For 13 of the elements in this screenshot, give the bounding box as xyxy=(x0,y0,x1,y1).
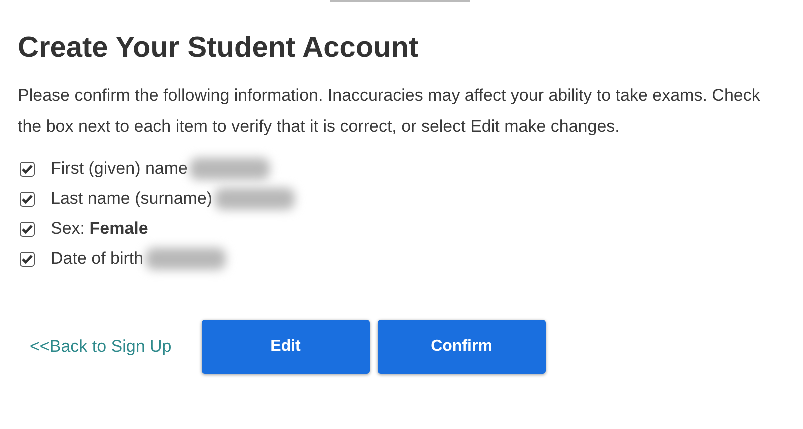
action-button[interactable]: Confirm xyxy=(378,320,546,374)
checkbox[interactable] xyxy=(20,162,35,176)
checkbox[interactable] xyxy=(20,252,35,266)
checkbox[interactable] xyxy=(20,192,35,206)
checkbox[interactable] xyxy=(20,222,35,236)
action-button[interactable]: Edit xyxy=(202,320,370,374)
checkbox-label: First (given) name xyxy=(51,158,188,180)
checkbox-label: Sex: Female xyxy=(51,218,148,240)
page-title: Create Your Student Account xyxy=(18,31,420,66)
checkbox-label: Date of birth xyxy=(51,248,144,270)
instructions-text: Please confirm the following information. Inaccuracies may affect your ability to take exams. Check the box next to each item to verify that it is correct, or select Edit make changes. xyxy=(18,85,762,138)
checkbox-label: Last name (surname) xyxy=(51,188,213,210)
back-link[interactable]: <<Back to Sign Up xyxy=(30,334,172,360)
